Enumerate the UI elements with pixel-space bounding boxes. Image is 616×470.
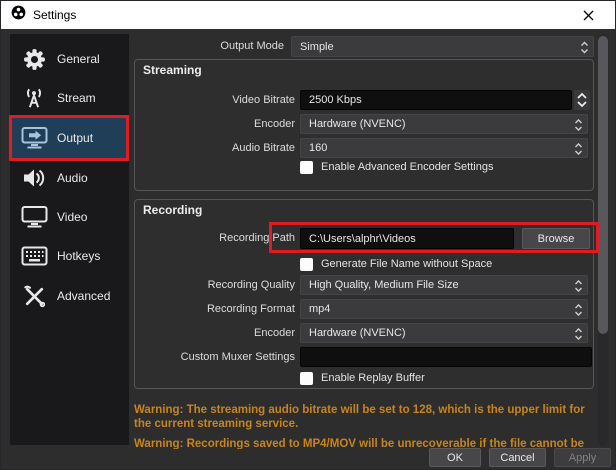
monitor-icon	[19, 203, 49, 231]
sidebar-item-output[interactable]: Output	[10, 118, 129, 158]
warning-area: Warning: The streaming audio bitrate wil…	[134, 403, 596, 449]
chevron-up-down-icon	[574, 141, 583, 160]
video-bitrate-input[interactable]: 2500 Kbps	[300, 90, 572, 110]
recording-path-label: Recording Path	[135, 228, 295, 248]
chevron-up-down-icon	[574, 278, 583, 297]
sidebar-item-stream[interactable]: Stream	[10, 78, 129, 118]
sidebar-item-label: General	[57, 52, 100, 66]
sidebar-item-hotkeys[interactable]: Hotkeys	[10, 236, 129, 276]
streaming-group-title: Streaming	[143, 63, 202, 77]
stream-encoder-select[interactable]: Hardware (NVENC)	[300, 114, 588, 134]
recording-path-input[interactable]: C:\Users\alphr\Videos	[300, 228, 514, 249]
recording-quality-label: Recording Quality	[135, 275, 295, 295]
output-mode-select[interactable]: Simple	[291, 36, 594, 57]
recording-quality-select[interactable]: High Quality, Medium File Size	[300, 275, 588, 295]
chevron-up-down-icon	[580, 39, 589, 59]
stream-encoder-label: Encoder	[135, 114, 295, 134]
filename-checkbox[interactable]	[300, 258, 313, 271]
recording-encoder-label: Encoder	[135, 323, 295, 343]
recording-path-value: C:\Users\alphr\Videos	[309, 233, 416, 245]
sidebar-item-label: Output	[57, 131, 93, 145]
cancel-button[interactable]: Cancel	[489, 448, 546, 467]
sidebar-item-label: Stream	[57, 91, 96, 105]
video-bitrate-label: Video Bitrate	[135, 90, 295, 110]
recording-group: Recording Recording Path C:\Users\alphr\…	[134, 199, 594, 389]
sidebar-item-label: Audio	[57, 171, 88, 185]
recording-encoder-value: Hardware (NVENC)	[309, 327, 406, 339]
warning-audio-bitrate: Warning: The streaming audio bitrate wil…	[134, 403, 594, 431]
filename-checkbox-row: Generate File Name without Space	[300, 257, 492, 271]
tools-icon	[19, 282, 49, 310]
recording-format-select[interactable]: mp4	[300, 299, 588, 319]
sidebar-item-video[interactable]: Video	[10, 197, 129, 237]
keyboard-icon	[19, 242, 49, 270]
output-mode-label: Output Mode	[134, 36, 284, 56]
apply-button[interactable]: Apply	[554, 448, 611, 467]
titlebar: Settings	[1, 1, 615, 29]
close-icon[interactable]	[571, 1, 605, 29]
monitor-arrow-icon	[19, 124, 49, 152]
sidebar-item-label: Hotkeys	[57, 249, 100, 263]
sidebar: General Stream Output Audio	[10, 34, 129, 445]
browse-button-label: Browse	[538, 233, 575, 245]
obs-logo-icon	[11, 5, 26, 25]
advanced-encoder-checkbox-label: Enable Advanced Encoder Settings	[321, 161, 493, 173]
video-bitrate-value: 2500 Kbps	[309, 94, 362, 106]
sidebar-item-label: Advanced	[57, 289, 110, 303]
dialog-body: General Stream Output Audio	[1, 29, 615, 469]
chevron-up-down-icon	[574, 302, 583, 321]
audio-bitrate-value: 160	[309, 142, 327, 154]
custom-muxer-input[interactable]	[300, 347, 592, 367]
custom-muxer-label: Custom Muxer Settings	[135, 347, 295, 367]
replay-buffer-checkbox[interactable]	[300, 372, 313, 385]
chevron-up-down-icon	[574, 117, 583, 136]
sidebar-item-general[interactable]: General	[10, 39, 129, 79]
cancel-button-label: Cancel	[500, 452, 534, 464]
stream-encoder-value: Hardware (NVENC)	[309, 118, 406, 130]
ok-button-label: OK	[447, 452, 463, 464]
apply-button-label: Apply	[569, 452, 597, 464]
output-mode-value: Simple	[300, 41, 334, 53]
browse-button[interactable]: Browse	[522, 228, 590, 249]
broadcast-antenna-icon	[19, 84, 49, 112]
audio-bitrate-select[interactable]: 160	[300, 138, 588, 158]
gear-icon	[19, 45, 49, 73]
sidebar-item-label: Video	[57, 210, 87, 224]
settings-window: Settings General Stream	[0, 0, 616, 470]
recording-format-label: Recording Format	[135, 299, 295, 319]
recording-quality-value: High Quality, Medium File Size	[309, 279, 459, 291]
recording-encoder-select[interactable]: Hardware (NVENC)	[300, 323, 588, 343]
filename-checkbox-label: Generate File Name without Space	[321, 258, 492, 270]
replay-buffer-checkbox-label: Enable Replay Buffer	[321, 372, 425, 384]
vertical-scrollbar-track[interactable]	[598, 34, 608, 446]
audio-bitrate-label: Audio Bitrate	[135, 138, 295, 158]
window-title: Settings	[33, 8, 76, 22]
streaming-group: Streaming Video Bitrate 2500 Kbps Encode…	[134, 59, 594, 191]
sidebar-item-advanced[interactable]: Advanced	[10, 276, 129, 316]
recording-group-title: Recording	[143, 203, 202, 217]
replay-buffer-checkbox-row: Enable Replay Buffer	[300, 371, 425, 385]
vertical-scrollbar-thumb[interactable]	[598, 36, 608, 334]
sidebar-item-audio[interactable]: Audio	[10, 158, 129, 198]
advanced-encoder-checkbox-row: Enable Advanced Encoder Settings	[300, 160, 493, 174]
speaker-icon	[19, 164, 49, 192]
advanced-encoder-checkbox[interactable]	[300, 161, 313, 174]
recording-format-value: mp4	[309, 303, 330, 315]
ok-button[interactable]: OK	[429, 448, 481, 467]
video-bitrate-spinner[interactable]	[574, 90, 590, 110]
chevron-up-down-icon	[574, 326, 583, 345]
